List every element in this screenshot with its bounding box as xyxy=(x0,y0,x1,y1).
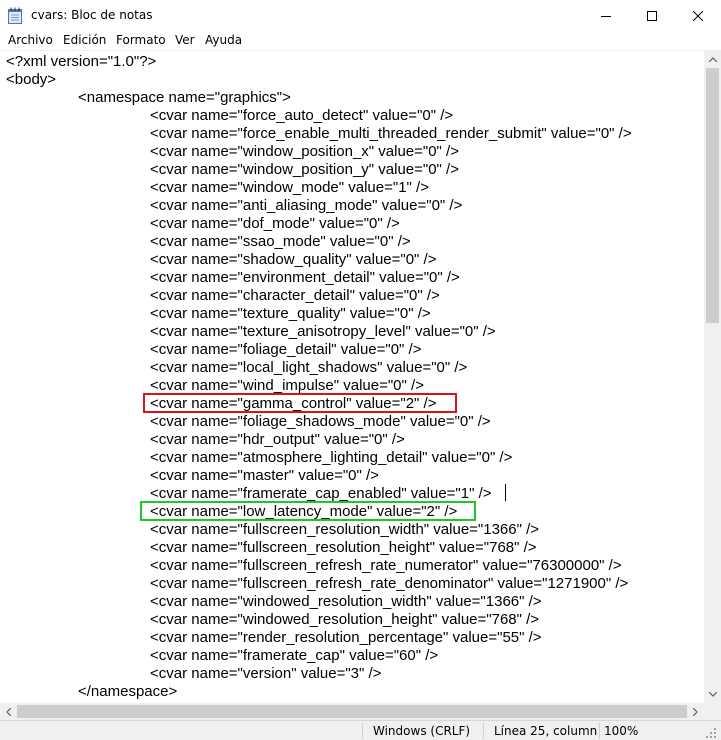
text-line: <cvar name="windowed_resolution_width" v… xyxy=(150,593,542,610)
text-line: <cvar name="character_detail" value="0" … xyxy=(150,287,440,304)
text-line: <cvar name="force_enable_multi_threaded_… xyxy=(150,125,632,142)
menu-archivo[interactable]: Archivo xyxy=(8,33,53,47)
text-line: <cvar name="ssao_mode" value="0" /> xyxy=(150,233,411,250)
text-line: </namespace> xyxy=(78,683,178,700)
text-caret xyxy=(505,484,506,501)
notepad-window: cvars: Bloc de notas Archivo Edición For… xyxy=(0,0,721,740)
scroll-left-icon[interactable] xyxy=(0,703,17,720)
scroll-up-icon[interactable] xyxy=(704,51,721,68)
text-line: <cvar name="environment_detail" value="0… xyxy=(150,269,460,286)
text-line: <cvar name="foliage_shadows_mode" value=… xyxy=(150,413,491,430)
status-divider xyxy=(483,723,484,739)
text-line: <cvar name="atmosphere_lighting_detail" … xyxy=(150,449,513,466)
maximize-icon xyxy=(647,10,657,21)
text-line: <cvar name="force_auto_detect" value="0"… xyxy=(150,107,454,124)
close-icon xyxy=(693,10,703,21)
text-line: <cvar name="window_position_x" value="0"… xyxy=(150,143,459,160)
text-line: <cvar name="shadow_quality" value="0" /> xyxy=(150,251,437,268)
horizontal-scrollbar[interactable] xyxy=(0,703,704,720)
text-line: <cvar name="fullscreen_resolution_height… xyxy=(150,539,537,556)
status-line-ending: Windows (CRLF) xyxy=(373,724,471,738)
text-line: <namespace name="graphics"> xyxy=(78,89,291,106)
window-title: cvars: Bloc de notas xyxy=(31,8,153,22)
text-line: <cvar name="dof_mode" value="0" /> xyxy=(150,215,400,232)
maximize-button[interactable] xyxy=(629,0,675,31)
text-line: <cvar name="texture_quality" value="0" /… xyxy=(150,305,431,322)
text-line: <cvar name="texture_anisotropy_level" va… xyxy=(150,323,496,340)
menu-ayuda[interactable]: Ayuda xyxy=(205,33,242,47)
scrollbar-corner xyxy=(704,703,721,720)
text-line: <cvar name="window_position_y" value="0"… xyxy=(150,161,459,178)
scroll-right-icon[interactable] xyxy=(687,703,704,720)
text-line: <cvar name="local_light_shadows" value="… xyxy=(150,359,468,376)
text-line: <cvar name="windowed_resolution_height" … xyxy=(150,611,540,628)
menu-bar: Archivo Edición Formato Ver Ayuda xyxy=(0,31,721,51)
notepad-icon xyxy=(8,7,22,24)
text-editor[interactable]: </namespace> <cvar name="version" value="… xyxy=(0,51,704,703)
status-bar: Windows (CRLF) Línea 25, columna 5 100% xyxy=(0,720,721,740)
horizontal-scroll-thumb[interactable] xyxy=(17,705,687,718)
status-cursor-position: Línea 25, columna 5 xyxy=(494,724,598,738)
close-button[interactable] xyxy=(675,0,721,31)
status-zoom: 100% xyxy=(604,724,639,738)
vertical-scrollbar[interactable] xyxy=(704,51,721,703)
menu-edicion[interactable]: Edición xyxy=(63,33,106,47)
menu-formato[interactable]: Formato xyxy=(116,33,166,47)
text-line: <cvar name="foliage_detail" value="0" /> xyxy=(150,341,422,358)
text-line: <cvar name="fullscreen_refresh_rate_nume… xyxy=(150,557,622,574)
text-line: <body> xyxy=(6,71,57,88)
text-line: <cvar name="fullscreen_refresh_rate_deno… xyxy=(150,575,629,592)
text-line: <cvar name="version" value="3" /> xyxy=(150,665,382,682)
text-line: <cvar name="fullscreen_resolution_width"… xyxy=(150,521,540,538)
scroll-down-icon[interactable] xyxy=(704,686,721,703)
text-line: <?xml version="1.0"?> xyxy=(6,53,157,70)
text-line: <cvar name="anti_aliasing_mode" value="0… xyxy=(150,197,463,214)
title-bar[interactable]: cvars: Bloc de notas xyxy=(0,0,721,31)
highlight-box-green xyxy=(140,501,476,521)
minimize-icon xyxy=(601,11,611,21)
status-divider xyxy=(362,723,363,739)
resize-grip-icon[interactable] xyxy=(705,724,717,740)
vertical-scroll-thumb[interactable] xyxy=(706,68,719,323)
highlight-box-red xyxy=(143,393,457,413)
minimize-button[interactable] xyxy=(583,0,629,31)
text-line: <cvar name="framerate_cap" value="60" /> xyxy=(150,647,439,664)
text-line: <cvar name="render_resolution_percentage… xyxy=(150,629,542,646)
text-line: <cvar name="hdr_output" value="0" /> xyxy=(150,431,405,448)
text-line: <cvar name="window_mode" value="1" /> xyxy=(150,179,429,196)
menu-ver[interactable]: Ver xyxy=(175,33,195,47)
text-line: <cvar name="master" value="0" /> xyxy=(150,467,379,484)
status-divider xyxy=(599,723,600,739)
